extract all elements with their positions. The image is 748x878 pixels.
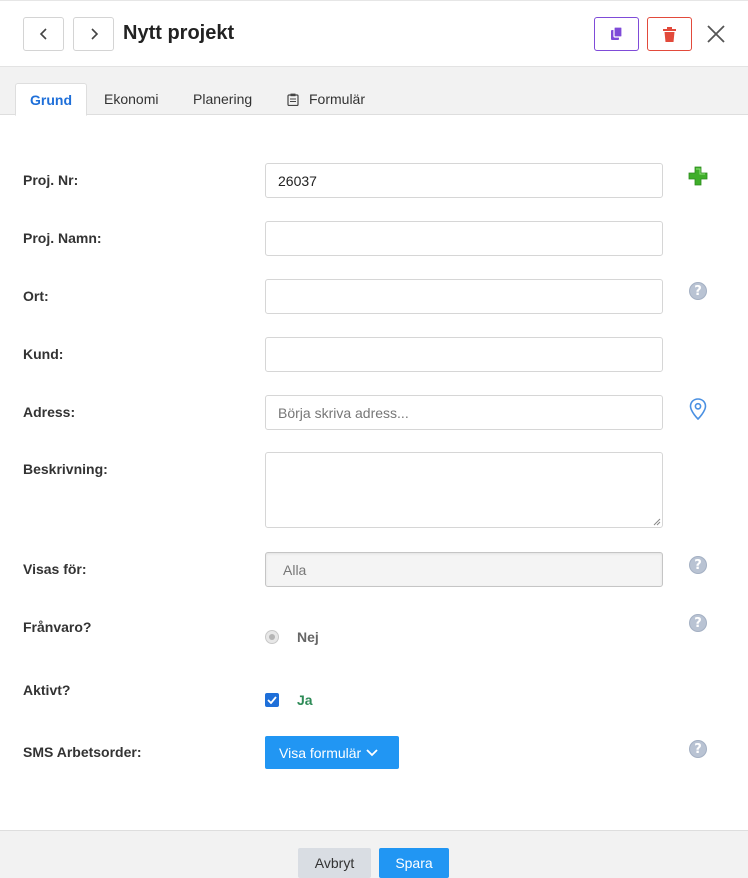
aktivt-checkbox[interactable] <box>265 693 279 707</box>
tab-formular-label: Formulär <box>309 91 366 107</box>
tab-grund[interactable]: Grund <box>15 83 87 116</box>
delete-button[interactable] <box>647 17 692 51</box>
save-button[interactable]: Spara <box>379 848 449 878</box>
visas-for-help-icon[interactable]: ? <box>689 556 707 574</box>
tab-bar: Grund Ekonomi Planering Formulär <box>0 67 748 116</box>
beskrivning-label: Beskrivning: <box>23 461 108 477</box>
kund-input[interactable] <box>265 337 663 372</box>
proj-namn-input[interactable] <box>265 221 663 256</box>
checkmark-icon <box>267 696 277 704</box>
close-icon <box>707 25 725 43</box>
map-pin-icon[interactable] <box>689 398 707 420</box>
adress-label: Adress: <box>23 404 76 420</box>
copy-button[interactable] <box>594 17 639 51</box>
sms-help-icon[interactable]: ? <box>689 740 707 758</box>
proj-nr-label: Proj. Nr: <box>23 172 79 188</box>
franvaro-help-icon[interactable]: ? <box>689 614 707 632</box>
plus-icon[interactable] <box>687 165 709 187</box>
aktivt-label: Aktivt? <box>23 682 71 698</box>
tab-formular[interactable]: Formulär <box>287 83 365 115</box>
tab-planering[interactable]: Planering <box>193 83 252 115</box>
tab-ekonomi[interactable]: Ekonomi <box>104 83 158 115</box>
chevron-right-icon <box>90 28 98 40</box>
beskrivning-textarea[interactable] <box>265 452 663 528</box>
visa-formular-button[interactable]: Visa formulär <box>265 736 399 769</box>
dialog-footer: Avbryt Spara <box>0 830 748 878</box>
ort-label: Ort: <box>23 288 49 304</box>
chevron-left-icon <box>39 28 47 40</box>
forward-button[interactable] <box>73 17 114 51</box>
sms-label: SMS Arbetsorder: <box>23 744 142 760</box>
visas-for-select[interactable]: Alla <box>265 552 663 587</box>
franvaro-radio[interactable] <box>265 630 279 644</box>
chevron-down-icon <box>366 748 378 756</box>
trash-icon <box>663 26 676 42</box>
resize-grip-icon[interactable] <box>653 518 661 526</box>
adress-input[interactable]: Börja skriva adress... <box>265 395 663 430</box>
cancel-button[interactable]: Avbryt <box>298 848 371 878</box>
aktivt-option-label: Ja <box>297 692 313 708</box>
close-button[interactable] <box>703 21 729 47</box>
clipboard-icon <box>287 93 299 106</box>
copy-icon <box>610 26 623 40</box>
back-button[interactable] <box>23 17 64 51</box>
visa-formular-label: Visa formulär <box>279 744 362 761</box>
proj-nr-input[interactable]: 26037 <box>265 163 663 198</box>
ort-input[interactable] <box>265 279 663 314</box>
radio-dot-icon <box>269 634 275 640</box>
kund-label: Kund: <box>23 346 64 362</box>
franvaro-option-label: Nej <box>297 629 319 645</box>
ort-help-icon[interactable]: ? <box>689 282 707 300</box>
proj-namn-label: Proj. Namn: <box>23 230 102 246</box>
page-title: Nytt projekt <box>123 22 235 44</box>
dialog-header: Nytt projekt <box>0 0 748 67</box>
franvaro-label: Frånvaro? <box>23 619 92 635</box>
visas-for-label: Visas för: <box>23 561 87 577</box>
